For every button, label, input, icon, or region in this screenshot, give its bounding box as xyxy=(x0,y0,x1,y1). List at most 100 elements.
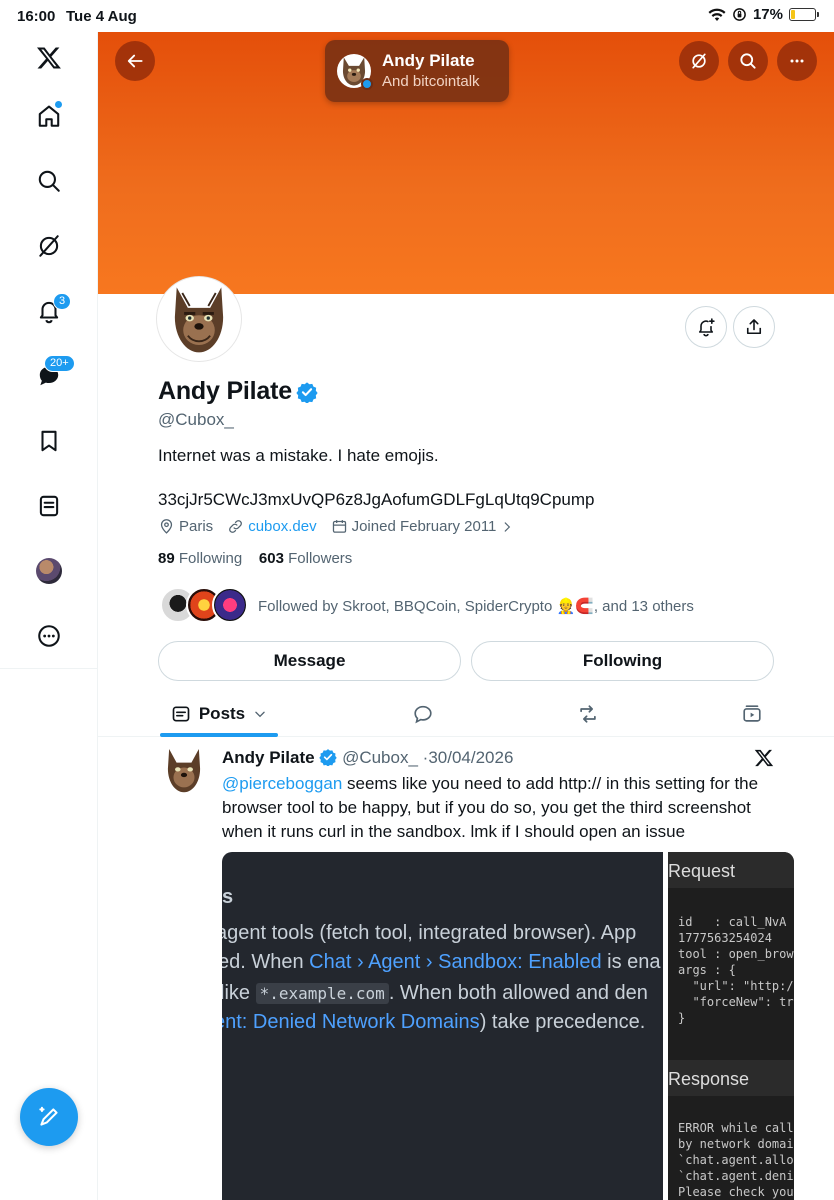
post-header: Andy Pilate @Cubox_ ·30/04/2026 xyxy=(222,748,513,768)
shot2-request-header: Request xyxy=(668,852,794,888)
verified-dot xyxy=(361,78,373,90)
x-logo-icon xyxy=(754,749,774,767)
calendar-icon xyxy=(332,520,346,533)
follow-counts: 89 Following 603 Followers xyxy=(158,550,352,567)
search-icon xyxy=(740,53,756,69)
post-handle[interactable]: @Cubox_ xyxy=(342,748,418,767)
shot2-response-header: Response xyxy=(668,1060,794,1096)
post-author[interactable]: Andy Pilate xyxy=(222,748,315,767)
header-name: Andy Pilate xyxy=(382,51,475,70)
shot1-line4: ent: Denied Network Domains) take preced… xyxy=(222,1011,646,1033)
profile-location: Paris xyxy=(179,518,214,535)
post-media[interactable]: s agent tools (fetch tool, integrated br… xyxy=(222,852,794,1200)
more-options-button[interactable] xyxy=(777,41,817,81)
post-avatar[interactable] xyxy=(158,744,210,796)
profile-handle: @Cubox_ xyxy=(158,410,234,429)
message-button[interactable]: Message xyxy=(158,641,461,681)
shot1-line2: ed. When Chat › Agent › Sandbox: Enabled… xyxy=(222,951,661,973)
post-mention-link[interactable]: @pierceboggan xyxy=(222,774,342,793)
header-subtitle: And bitcointalk xyxy=(382,73,480,90)
profile-bio-line: 33cjJr5CWcJ3mxUvQP6z8JgAofumGDLFgLqUtq9C… xyxy=(158,490,595,509)
profile-tabs: Posts xyxy=(98,692,834,737)
profile-nav-item[interactable] xyxy=(24,546,74,596)
notify-button[interactable] xyxy=(685,306,727,348)
nav-divider xyxy=(0,668,98,669)
followers-count: 603 xyxy=(258,550,284,567)
profile-website-link[interactable]: cubox.dev xyxy=(248,518,316,535)
status-bar: 16:00 Tue 4 Aug 17% xyxy=(0,0,834,32)
notifications-icon[interactable]: 3 xyxy=(24,286,74,336)
following-link[interactable]: 89 Following xyxy=(158,550,242,567)
status-date: Tue 4 Aug xyxy=(66,8,137,25)
shot1-heading: s xyxy=(222,886,234,908)
home-dot xyxy=(55,101,62,108)
verified-badge-icon xyxy=(296,382,318,403)
grok-icon xyxy=(692,53,706,69)
left-nav: 3 20+ xyxy=(0,32,98,1200)
explore-icon[interactable] xyxy=(24,156,74,206)
tab-posts[interactable]: Posts xyxy=(160,692,278,736)
post-date[interactable]: 30/04/2026 xyxy=(428,748,513,767)
share-icon xyxy=(746,319,762,335)
status-time: 16:00 xyxy=(17,8,56,25)
battery-icon xyxy=(789,8,819,21)
avatar xyxy=(36,558,62,584)
profile-bio: Internet was a mistake. I hate emojis. xyxy=(158,446,439,465)
tab-media[interactable] xyxy=(727,692,777,736)
compose-icon xyxy=(39,1106,58,1126)
back-button[interactable] xyxy=(115,41,155,81)
shot1-line1: agent tools (fetch tool, integrated brow… xyxy=(222,922,637,944)
media-screenshot-settings[interactable]: s agent tools (fetch tool, integrated br… xyxy=(222,852,663,1200)
status-right: 17% xyxy=(708,6,819,23)
media-icon xyxy=(743,705,761,722)
media-screenshot-request[interactable]: Request id : call_NvA 1777563254024 tool… xyxy=(668,852,794,1200)
bookmarks-icon[interactable] xyxy=(24,416,74,466)
search-button[interactable] xyxy=(728,41,768,81)
grok-icon[interactable] xyxy=(24,221,74,271)
chevron-down-icon xyxy=(255,711,265,718)
shot2-request-body: id : call_NvA 1777563254024 tool : open_… xyxy=(678,915,794,1025)
x-logo-icon[interactable] xyxy=(24,33,74,83)
more-icon[interactable] xyxy=(24,611,74,661)
bell-plus-icon xyxy=(698,318,715,337)
following-count: 89 xyxy=(158,550,175,567)
tab-replies[interactable] xyxy=(398,692,448,736)
grok-button[interactable] xyxy=(679,41,719,81)
lists-icon[interactable] xyxy=(24,481,74,531)
tab-posts-label: Posts xyxy=(198,704,246,723)
followers-link[interactable]: 603 Followers xyxy=(259,550,352,567)
profile-display-name: Andy Pilate xyxy=(158,377,292,405)
header-profile-pill[interactable]: Andy Pilate And bitcointalk xyxy=(325,40,509,102)
battery-percent: 17% xyxy=(752,6,783,23)
tab-indicator xyxy=(160,733,278,737)
followed-by-text: Followed by Skroot, BBQCoin, SpiderCrypt… xyxy=(258,598,694,615)
following-button[interactable]: Following xyxy=(471,641,774,681)
followed-by[interactable]: Followed by Skroot, BBQCoin, SpiderCrypt… xyxy=(160,587,780,625)
shot2-response-body: ERROR while call by network domai `chat.… xyxy=(678,1121,794,1199)
followers-label: Followers xyxy=(288,550,353,567)
repost-icon xyxy=(580,705,596,723)
shot1-line3: like *.example.com. When both allowed an… xyxy=(222,982,648,1004)
wifi-icon xyxy=(708,8,726,21)
messages-icon[interactable]: 20+ xyxy=(24,351,75,401)
location-icon xyxy=(160,519,173,534)
notifications-badge: 3 xyxy=(53,293,72,310)
home-icon[interactable] xyxy=(24,91,74,141)
chevron-right-icon xyxy=(505,521,511,532)
verified-badge-icon xyxy=(319,749,338,767)
profile-joined[interactable]: Joined February 2011 xyxy=(352,518,497,535)
messages-badge: 20+ xyxy=(44,355,75,372)
tab-reposts[interactable] xyxy=(563,692,613,736)
compose-button[interactable] xyxy=(20,1088,78,1146)
lock-rotation-icon xyxy=(733,8,746,21)
post-text: @pierceboggan seems like you need to add… xyxy=(222,772,782,844)
profile-meta: Paris cubox.dev Joined February 2011 xyxy=(158,518,514,535)
following-label: Following xyxy=(178,550,243,567)
profile-avatar[interactable] xyxy=(157,277,241,361)
profile-main: Andy Pilate And bitcointalk Andy Pilate xyxy=(98,32,834,1200)
link-icon xyxy=(229,520,243,533)
more-horizontal-icon xyxy=(790,59,804,63)
posts-icon xyxy=(172,706,190,722)
reply-icon xyxy=(414,705,432,724)
share-button[interactable] xyxy=(733,306,775,348)
